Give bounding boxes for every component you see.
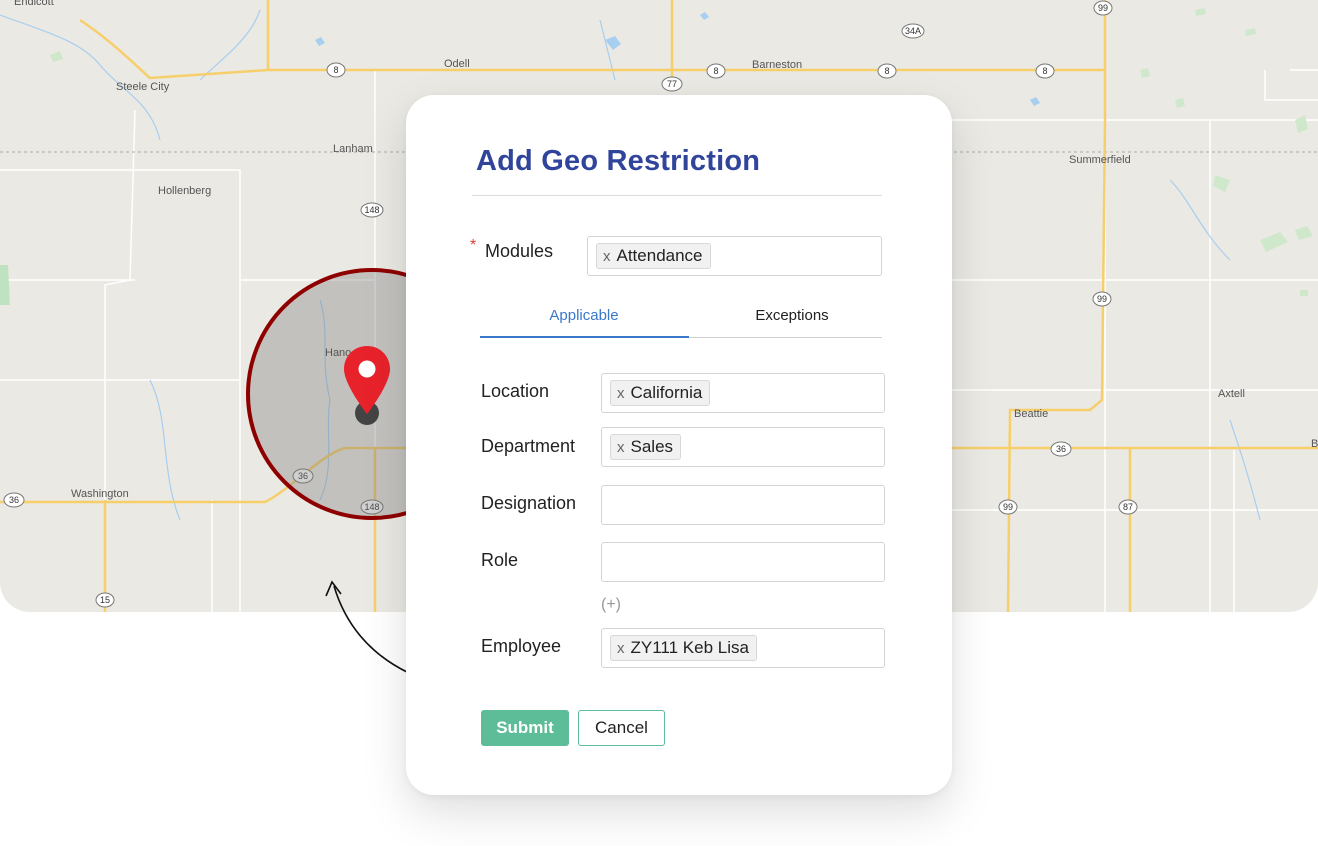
role-label: Role [481, 550, 519, 570]
add-criteria-button[interactable]: (+) [601, 596, 621, 614]
modules-chip-attendance: x Attendance [596, 243, 711, 269]
add-geo-restriction-dialog: Add Geo Restriction * Modules x Attendan… [406, 95, 952, 795]
required-asterisk: * [470, 237, 477, 254]
arrow-head-icon [325, 580, 342, 597]
employee-field[interactable]: x ZY111 Keb Lisa [601, 628, 885, 668]
remove-chip-icon[interactable]: x [617, 640, 625, 657]
chip-label: California [630, 383, 703, 402]
submit-button[interactable]: Submit [481, 710, 569, 746]
tab-applicable[interactable]: Applicable [480, 307, 688, 324]
remove-chip-icon[interactable]: x [617, 439, 625, 456]
chip-label: Sales [630, 437, 674, 456]
title-divider [472, 195, 882, 196]
tab-exceptions[interactable]: Exceptions [688, 307, 896, 324]
remove-chip-icon[interactable]: x [603, 248, 611, 265]
department-field[interactable]: x Sales [601, 427, 885, 467]
location-field[interactable]: x California [601, 373, 885, 413]
chip-label: ZY111 Keb Lisa [630, 638, 749, 657]
modules-label: Modules [485, 241, 554, 261]
chip-label: Attendance [616, 246, 703, 265]
department-chip-sales: x Sales [610, 434, 682, 460]
designation-field[interactable] [601, 485, 885, 525]
modules-field[interactable]: x Attendance [587, 236, 882, 276]
active-tab-indicator [480, 336, 689, 338]
location-label: Location [481, 381, 550, 401]
dialog-title: Add Geo Restriction [476, 145, 761, 177]
department-label: Department [481, 436, 576, 456]
location-chip-california: x California [610, 380, 711, 406]
role-field[interactable] [601, 542, 885, 582]
cancel-button[interactable]: Cancel [578, 710, 665, 746]
remove-chip-icon[interactable]: x [617, 385, 625, 402]
employee-label: Employee [481, 636, 562, 656]
employee-chip: x ZY111 Keb Lisa [610, 635, 757, 661]
designation-label: Designation [481, 493, 577, 513]
